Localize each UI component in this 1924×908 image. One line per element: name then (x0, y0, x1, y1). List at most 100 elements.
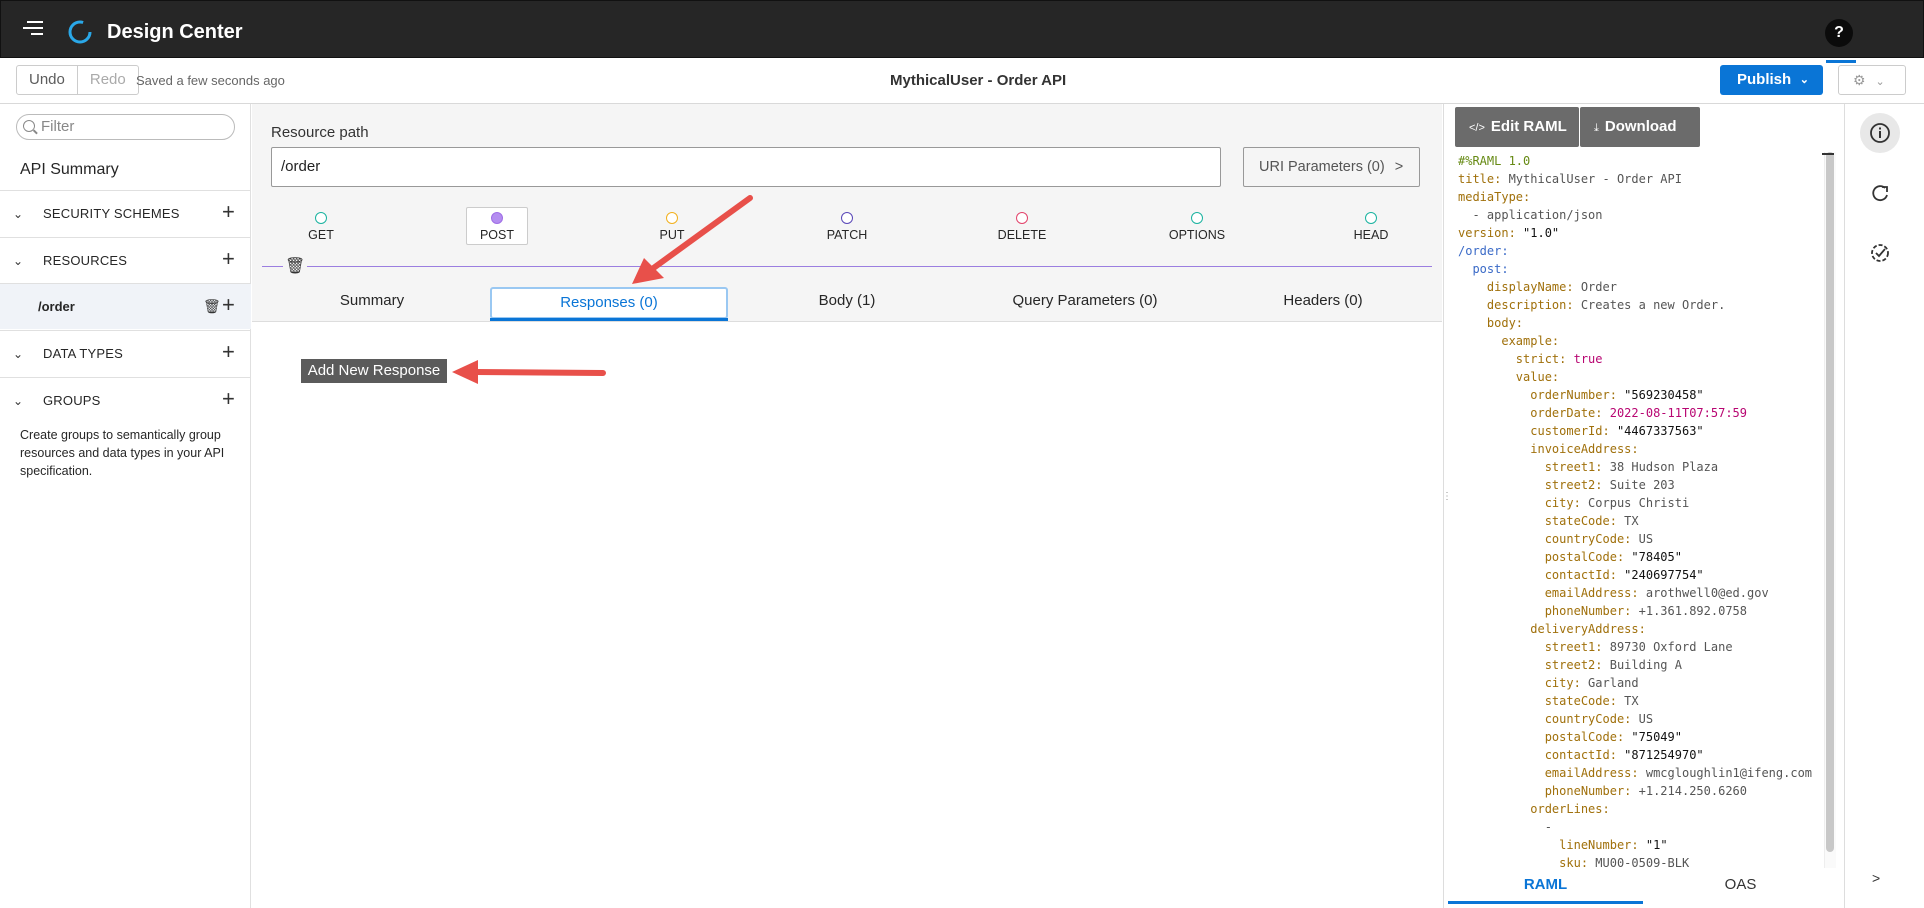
code-value: TX (1616, 514, 1639, 528)
sidebar-item-order[interactable]: /order 🗑 + (0, 283, 251, 329)
section-label: SECURITY SCHEMES (43, 206, 180, 221)
code-key: sku: (1559, 856, 1589, 868)
chevron-down-icon: ⌄ (13, 254, 24, 268)
code-line: city: Garland (1458, 674, 1820, 692)
code-key: orderNumber: (1530, 388, 1617, 402)
method-get[interactable]: GET (286, 208, 356, 242)
validate-icon[interactable] (1860, 233, 1900, 273)
code-line: street2: Suite 203 (1458, 476, 1820, 494)
download-icon: ⤓ (1594, 122, 1599, 134)
tab-body[interactable]: Body (1) (728, 287, 966, 319)
code-key: customerId: (1530, 424, 1610, 438)
tab-summary[interactable]: Summary (253, 287, 491, 319)
method-post[interactable]: POST (466, 207, 528, 245)
hamburger-icon[interactable] (23, 21, 43, 37)
chevron-right-icon[interactable]: > (1872, 870, 1880, 886)
add-data-type-button[interactable]: + (222, 339, 235, 365)
code-line: emailAddress: wmcgloughlin1@ifeng.com (1458, 764, 1820, 782)
code-key: phoneNumber: (1544, 604, 1632, 618)
download-button[interactable]: ⤓ Download (1580, 107, 1700, 147)
code-line: countryCode: US (1458, 710, 1820, 728)
code-value: 38 Hudson Plaza (1602, 460, 1719, 474)
undo-button[interactable]: Undo (17, 66, 78, 94)
method-options[interactable]: OPTIONS (1162, 208, 1232, 242)
add-new-response-button[interactable]: Add New Response (301, 359, 447, 383)
chevron-right-icon: > (1394, 159, 1404, 175)
publish-button[interactable]: Publish ⌄ (1720, 65, 1823, 95)
method-put[interactable]: PUT (637, 208, 707, 242)
code-line: #%RAML 1.0 (1458, 152, 1820, 170)
raml-code-view[interactable]: #%RAML 1.0 title: MythicalUser - Order AP… (1458, 152, 1820, 868)
edit-raml-button[interactable]: </> Edit RAML (1455, 107, 1579, 147)
method-delete[interactable]: DELETE (987, 208, 1057, 242)
code-value: Garland (1580, 676, 1639, 690)
code-line: orderLines: (1458, 800, 1820, 818)
section-label: RESOURCES (43, 253, 128, 268)
code-value: US (1631, 532, 1654, 546)
scrollbar-thumb[interactable] (1826, 152, 1834, 852)
code-line: orderDate: 2022-08-11T07:57:59 (1458, 404, 1820, 422)
section-groups[interactable]: ⌄ GROUPS + (0, 377, 251, 424)
saved-status: Saved a few seconds ago (136, 73, 285, 88)
code-key: countryCode: (1544, 532, 1632, 546)
tab-raml[interactable]: RAML (1448, 868, 1643, 904)
design-center-logo (68, 20, 92, 44)
uri-parameters-button[interactable]: URI Parameters (0) > (1243, 147, 1420, 187)
code-line: orderNumber: "569230458" (1458, 386, 1820, 404)
code-line: city: Corpus Christi (1458, 494, 1820, 512)
add-nested-resource-button[interactable]: + (222, 292, 235, 318)
trash-icon[interactable]: 🗑 (203, 298, 221, 315)
resource-path-label: Resource path (271, 124, 369, 141)
code-key: phoneNumber: (1544, 784, 1632, 798)
resource-path-input[interactable]: /order (271, 147, 1221, 187)
tab-responses[interactable]: Responses (0) (490, 287, 728, 319)
code-line: value: (1458, 368, 1820, 386)
help-button[interactable]: ? (1825, 19, 1853, 47)
code-line: postalCode: "75049" (1458, 728, 1820, 746)
method-dot (1365, 212, 1377, 224)
code-key: /order: (1458, 244, 1509, 258)
section-data-types[interactable]: ⌄ DATA TYPES + (0, 330, 251, 377)
info-icon[interactable] (1860, 113, 1900, 153)
code-value: 2022-08-11T07:57:59 (1602, 406, 1747, 420)
code-line: countryCode: US (1458, 530, 1820, 548)
trash-icon[interactable]: 🗑 (283, 256, 308, 276)
tab-oas[interactable]: OAS (1643, 868, 1838, 904)
tab-query-parameters[interactable]: Query Parameters (0) (966, 287, 1204, 319)
edit-raml-label: Edit RAML (1490, 118, 1567, 135)
add-security-scheme-button[interactable]: + (222, 199, 235, 225)
top-bar: Design Center ? (0, 0, 1924, 58)
code-value: Corpus Christi (1580, 496, 1690, 510)
method-divider (262, 266, 1432, 267)
method-label: OPTIONS (1168, 228, 1226, 242)
code-line: displayName: Order (1458, 278, 1820, 296)
method-patch[interactable]: PATCH (812, 208, 882, 242)
add-group-button[interactable]: + (222, 386, 235, 412)
code-line: - application/json (1458, 206, 1820, 224)
method-dot (491, 212, 503, 224)
code-key: orderDate: (1530, 406, 1603, 420)
tab-headers[interactable]: Headers (0) (1204, 287, 1442, 319)
filter-input[interactable]: Filter (16, 114, 235, 140)
code-key: invoiceAddress: (1530, 442, 1639, 456)
code-line: phoneNumber: +1.361.892.0758 (1458, 602, 1820, 620)
code-line: sku: MU00-0509-BLK (1458, 854, 1820, 868)
method-head[interactable]: HEAD (1336, 208, 1406, 242)
code-value: MU00-0509-BLK (1588, 856, 1690, 868)
share-icon[interactable] (1860, 173, 1900, 213)
code-key: emailAddress: (1544, 586, 1639, 600)
section-resources[interactable]: ⌄ RESOURCES + (0, 237, 251, 284)
editor-toolbar: Undo Redo Saved a few seconds ago Mythic… (0, 58, 1924, 104)
code-key: displayName: (1486, 280, 1574, 294)
settings-button[interactable]: ⚙ ⌄ (1838, 65, 1906, 95)
resize-handle[interactable]: ⋮ (1442, 492, 1452, 502)
method-dot (315, 212, 327, 224)
code-key: city: (1544, 496, 1581, 510)
api-summary-link[interactable]: API Summary (20, 161, 119, 179)
redo-button[interactable]: Redo (78, 66, 138, 94)
code-line: /order: (1458, 242, 1820, 260)
groups-help-text: Create groups to semantically group reso… (20, 428, 225, 478)
add-resource-button[interactable]: + (222, 246, 235, 272)
code-value: Suite 203 (1602, 478, 1675, 492)
section-security-schemes[interactable]: ⌄ SECURITY SCHEMES + (0, 190, 251, 237)
